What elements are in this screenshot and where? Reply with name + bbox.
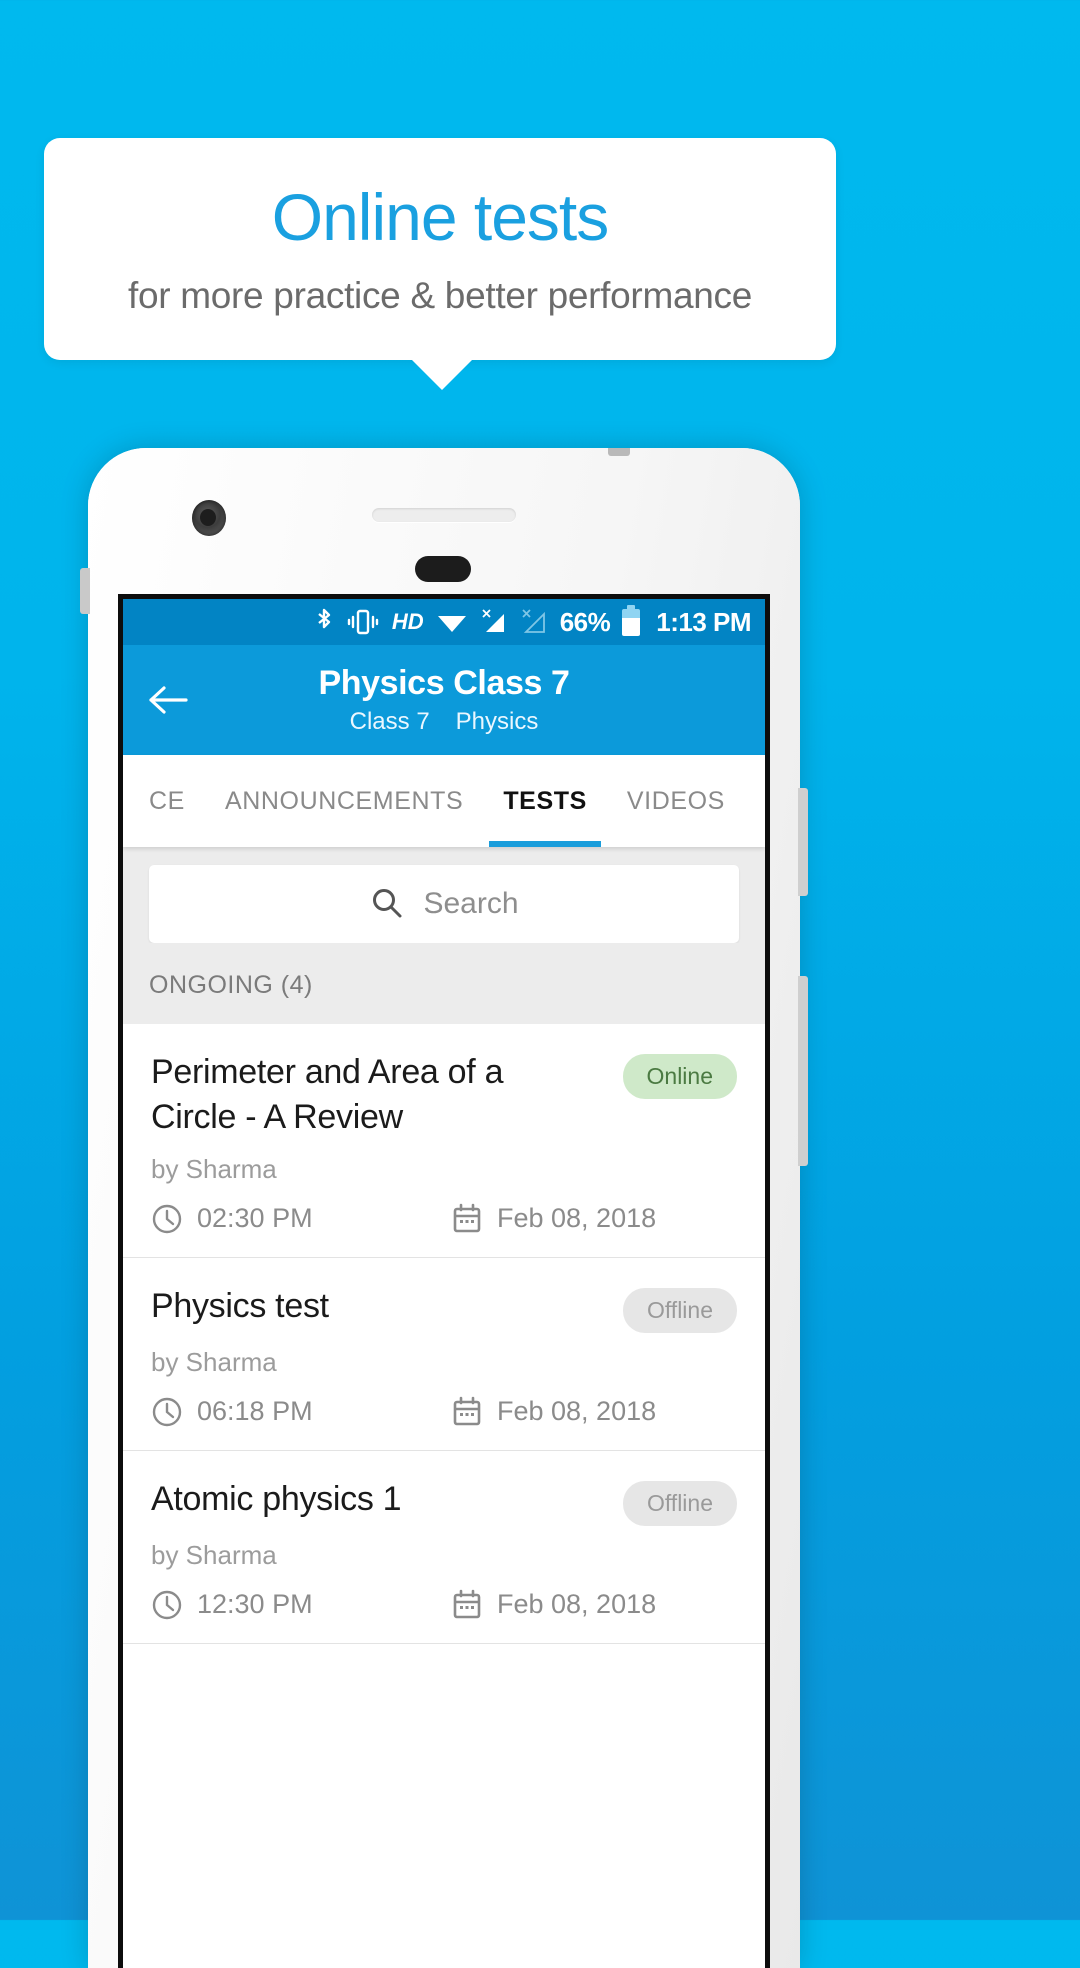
status-bar-clock: 1:13 PM [656, 606, 751, 637]
status-badge: Offline [622, 1287, 737, 1333]
tab-bar: CE ANNOUNCEMENTS TESTS VIDEOS [123, 755, 765, 847]
list-item[interactable]: Physics test Offline by Sharma 06:18 PM [123, 1258, 765, 1451]
test-author: by Sharma [151, 1346, 277, 1377]
section-header-ongoing: ONGOING (4) [123, 943, 765, 1024]
test-date: Feb 08, 2018 [451, 1396, 656, 1428]
clock-icon [151, 1589, 183, 1621]
breadcrumb-subject: Physics [455, 708, 539, 736]
list-item[interactable]: Atomic physics 1 Offline by Sharma 12:30… [123, 1451, 765, 1644]
tests-list: Perimeter and Area of a Circle - A Revie… [123, 1024, 765, 1644]
search-input[interactable]: Search [149, 865, 739, 943]
test-date: Feb 08, 2018 [451, 1203, 656, 1235]
tab-tests[interactable]: TESTS [483, 755, 607, 847]
test-meta: 12:30 PM Feb 08, 2018 [151, 1589, 737, 1621]
list-item[interactable]: Perimeter and Area of a Circle - A Revie… [123, 1024, 765, 1258]
back-arrow-icon[interactable] [145, 677, 191, 723]
battery-icon [622, 604, 641, 636]
phone-power-button [798, 788, 808, 896]
tab-announcements[interactable]: ANNOUNCEMENTS [205, 755, 483, 847]
calendar-icon [451, 1203, 483, 1235]
status-bar: HD 66% 1:13 PM [123, 599, 765, 645]
clock-icon [151, 1396, 183, 1428]
front-camera-icon [192, 500, 226, 536]
phone-antenna-nub [608, 448, 630, 456]
battery-percent-label: 66% [559, 606, 611, 637]
test-meta: 02:30 PM Feb 08, 2018 [151, 1203, 737, 1235]
search-icon [369, 886, 405, 922]
vibrate-icon [346, 608, 380, 636]
calendar-icon [451, 1589, 483, 1621]
signal-no-sim-2-icon [520, 608, 548, 636]
test-meta: 06:18 PM Feb 08, 2018 [151, 1396, 737, 1428]
tab-ce[interactable]: CE [129, 755, 205, 847]
proximity-sensor [415, 556, 471, 582]
test-date-label: Feb 08, 2018 [497, 1203, 657, 1234]
promo-subtitle: for more practice & better performance [127, 275, 753, 317]
phone-left-button [80, 568, 90, 614]
test-title: Atomic physics 1 [151, 1479, 402, 1518]
test-time: 06:18 PM [151, 1396, 451, 1428]
test-title: Physics test [151, 1286, 329, 1325]
test-time-label: 12:30 PM [197, 1589, 313, 1620]
test-date-label: Feb 08, 2018 [497, 1589, 657, 1620]
test-author: by Sharma [151, 1539, 277, 1570]
promo-title: Online tests [271, 179, 609, 254]
phone-screen: HD 66% 1:13 PM Physics Class 7 Class 7 P… [118, 594, 770, 1968]
page-title: Physics Class 7 [318, 663, 570, 702]
wifi-icon [436, 609, 468, 635]
signal-no-sim-1-icon [480, 608, 508, 636]
test-date-label: Feb 08, 2018 [497, 1396, 657, 1427]
phone-volume-button [798, 976, 808, 1166]
breadcrumb: Class 7 Physics [350, 708, 539, 736]
test-time: 02:30 PM [151, 1203, 451, 1235]
test-time: 12:30 PM [151, 1589, 451, 1621]
search-zone: Search [123, 847, 765, 943]
test-time-label: 02:30 PM [197, 1203, 313, 1234]
status-badge: Online [622, 1054, 737, 1099]
calendar-icon [451, 1396, 483, 1428]
search-placeholder: Search [423, 887, 519, 920]
test-date: Feb 08, 2018 [451, 1589, 656, 1621]
clock-icon [151, 1203, 183, 1235]
promo-bubble: Online tests for more practice & better … [44, 138, 836, 360]
test-author: by Sharma [151, 1153, 277, 1184]
test-card-header: Atomic physics 1 Offline [151, 1477, 737, 1526]
test-time-label: 06:18 PM [197, 1396, 313, 1427]
test-title: Perimeter and Area of a Circle - A Revie… [151, 1053, 504, 1136]
phone-mockup: HD 66% 1:13 PM Physics Class 7 Class 7 P… [80, 448, 808, 1968]
bluetooth-icon [314, 607, 334, 637]
promo-bubble-tail [410, 358, 474, 390]
app-bar: Physics Class 7 Class 7 Physics [123, 645, 765, 755]
status-badge: Offline [622, 1480, 737, 1526]
test-card-header: Perimeter and Area of a Circle - A Revie… [151, 1050, 737, 1140]
breadcrumb-class: Class 7 [349, 708, 430, 736]
earpiece-speaker [372, 508, 516, 522]
hd-icon: HD [392, 609, 424, 635]
hd-label: HD [391, 609, 424, 634]
tab-videos[interactable]: VIDEOS [607, 755, 745, 847]
test-card-header: Physics test Offline [151, 1284, 737, 1333]
